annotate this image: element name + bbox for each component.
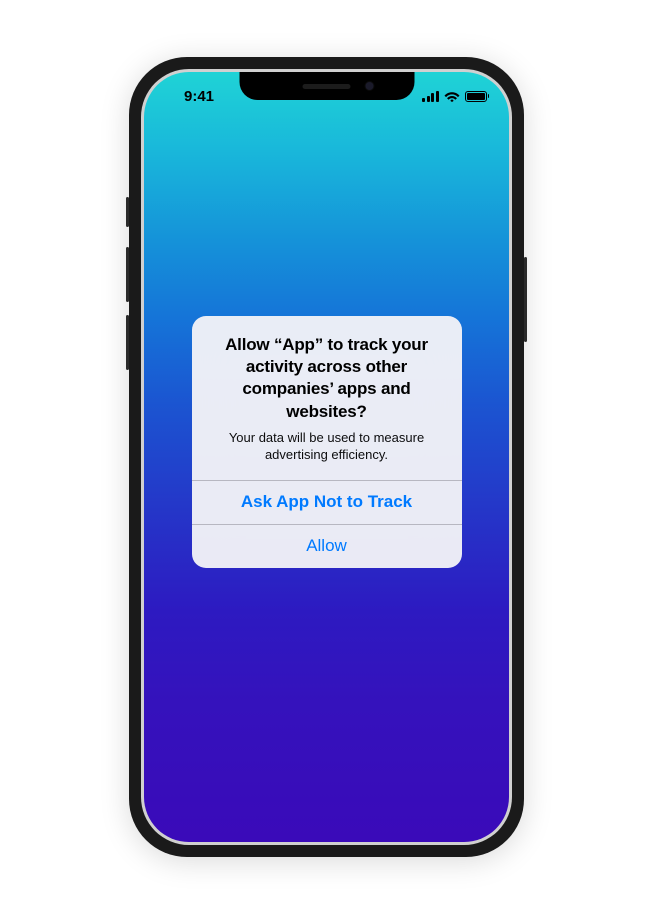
silence-switch [126, 197, 129, 227]
wifi-icon [444, 90, 460, 102]
earpiece-speaker [303, 84, 351, 89]
phone-bezel: 9:41 [141, 69, 512, 845]
display-notch [239, 72, 414, 100]
front-camera [364, 81, 374, 91]
alert-message: Your data will be used to measure advert… [208, 429, 446, 464]
alert-button-group: Ask App Not to Track Allow [192, 480, 462, 568]
status-time: 9:41 [164, 88, 224, 105]
volume-up-button [126, 247, 129, 302]
tracking-permission-alert: Allow “App” to track your activity acros… [192, 316, 462, 567]
alert-content: Allow “App” to track your activity acros… [192, 316, 462, 479]
allow-button[interactable]: Allow [192, 524, 462, 568]
alert-title: Allow “App” to track your activity acros… [208, 334, 446, 422]
cellular-signal-icon [422, 91, 439, 102]
phone-device-frame: 9:41 [129, 57, 524, 857]
battery-icon [465, 91, 490, 102]
power-button [524, 257, 527, 342]
status-indicators [409, 90, 489, 102]
ask-app-not-to-track-button[interactable]: Ask App Not to Track [192, 480, 462, 524]
volume-down-button [126, 315, 129, 370]
phone-screen: 9:41 [144, 72, 509, 842]
